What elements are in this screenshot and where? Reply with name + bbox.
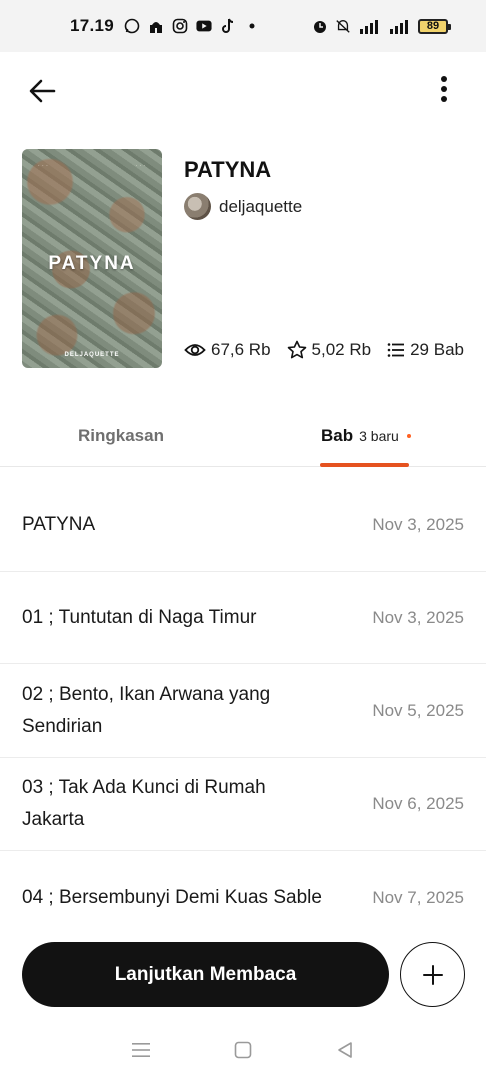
chapter-row[interactable]: 01 ; Tuntutan di Naga Timur Nov 3, 2025 bbox=[0, 572, 486, 664]
active-tab-indicator bbox=[320, 463, 409, 467]
system-indicators: 89 bbox=[312, 18, 451, 34]
votes-count: 5,02 Rb bbox=[311, 340, 372, 359]
votes-stat: 5,02 Rb bbox=[287, 340, 372, 360]
story-title: PATYNA bbox=[184, 157, 272, 182]
youtube-icon bbox=[196, 18, 212, 34]
chapter-date: Nov 3, 2025 bbox=[372, 607, 464, 627]
signal-icon bbox=[389, 18, 411, 34]
chapter-date: Nov 5, 2025 bbox=[372, 700, 464, 720]
author-name: deljaquette bbox=[219, 196, 303, 216]
tab-chapters-label: Bab bbox=[321, 426, 354, 445]
signal-4g-icon bbox=[358, 18, 382, 34]
chapter-row[interactable]: PATYNA Nov 3, 2025 bbox=[0, 478, 486, 572]
chapter-date: Nov 7, 2025 bbox=[372, 888, 464, 907]
recent-apps-button[interactable] bbox=[130, 1039, 152, 1061]
continue-reading-button[interactable]: Lanjutkan Membaca bbox=[22, 942, 389, 1007]
chapter-title: 01 ; Tuntutan di Naga Timur bbox=[22, 606, 257, 628]
dot-icon bbox=[244, 18, 260, 34]
chapter-title: 04 ; Bersembunyi Demi Kuas Sable bbox=[22, 887, 322, 908]
chapter-row[interactable]: 02 ; Bento, Ikan Arwana yang Sendirian N… bbox=[0, 664, 486, 758]
parts-stat: 29 Bab bbox=[387, 340, 464, 360]
author-link[interactable]: deljaquette bbox=[184, 193, 302, 220]
arrow-left-icon bbox=[29, 79, 56, 103]
add-to-library-button[interactable] bbox=[400, 942, 465, 1007]
status-time: 17.19 bbox=[70, 16, 115, 35]
story-cover[interactable]: · · · · · · PATYNA DELJAQUETTE bbox=[22, 149, 162, 368]
list-icon bbox=[387, 343, 405, 357]
instagram-icon bbox=[172, 18, 188, 34]
alarm-icon bbox=[312, 18, 328, 34]
plus-icon bbox=[422, 964, 443, 985]
back-triangle-icon bbox=[338, 1042, 352, 1058]
tiktok-icon bbox=[220, 18, 236, 34]
mosque-icon bbox=[148, 18, 164, 34]
story-detail-screen: 17.19 89 · · · · · · PATYNA DELJAQUETTE … bbox=[0, 0, 486, 1080]
chapter-date: Nov 3, 2025 bbox=[372, 514, 464, 534]
chapter-date: Nov 6, 2025 bbox=[372, 794, 464, 813]
reads-count: 67,6 Rb bbox=[211, 340, 271, 359]
reads-stat: 67,6 Rb bbox=[184, 340, 271, 360]
mute-icon bbox=[335, 18, 351, 34]
story-tabs: Ringkasan Bab 3 baru bbox=[0, 404, 486, 467]
home-square-icon bbox=[234, 1041, 252, 1059]
chapter-list: PATYNA Nov 3, 2025 01 ; Tuntutan di Naga… bbox=[0, 478, 486, 945]
star-icon bbox=[287, 340, 306, 359]
tab-summary[interactable]: Ringkasan bbox=[78, 426, 164, 446]
more-vertical-icon bbox=[441, 76, 447, 102]
story-stats: 67,6 Rb 5,02 Rb 29 Bab bbox=[184, 340, 464, 360]
chapter-title: PATYNA bbox=[22, 513, 96, 535]
chapter-row[interactable]: 04 ; Bersembunyi Demi Kuas Sable Nov 7, … bbox=[0, 851, 486, 945]
whatsapp-icon bbox=[124, 18, 140, 34]
system-back-button[interactable] bbox=[334, 1039, 356, 1061]
new-chapters-badge: 3 baru bbox=[359, 428, 399, 444]
cover-credits: · · · · · · bbox=[38, 163, 146, 169]
new-dot-icon bbox=[406, 434, 411, 438]
cover-title: PATYNA bbox=[48, 253, 136, 274]
system-nav-bar bbox=[0, 1020, 486, 1080]
tab-chapters[interactable]: Bab 3 baru bbox=[321, 426, 411, 446]
home-button[interactable] bbox=[232, 1039, 254, 1061]
eye-icon bbox=[184, 344, 206, 356]
back-button[interactable] bbox=[26, 74, 60, 108]
battery-icon: 89 bbox=[418, 18, 451, 34]
chapter-row[interactable]: 03 ; Tak Ada Kunci di Rumah Jakarta Nov … bbox=[0, 758, 486, 851]
notification-icons bbox=[124, 18, 260, 34]
chapter-title: 03 ; Tak Ada Kunci di Rumah Jakarta bbox=[22, 777, 266, 830]
chapter-title: 02 ; Bento, Ikan Arwana yang Sendirian bbox=[22, 683, 271, 737]
cover-author: DELJAQUETTE bbox=[64, 352, 120, 358]
parts-count: 29 Bab bbox=[410, 340, 464, 359]
app-bar bbox=[0, 52, 486, 128]
menu-icon bbox=[132, 1043, 150, 1057]
more-options-button[interactable] bbox=[432, 74, 456, 108]
avatar bbox=[184, 193, 211, 220]
status-bar: 17.19 89 bbox=[0, 0, 486, 52]
